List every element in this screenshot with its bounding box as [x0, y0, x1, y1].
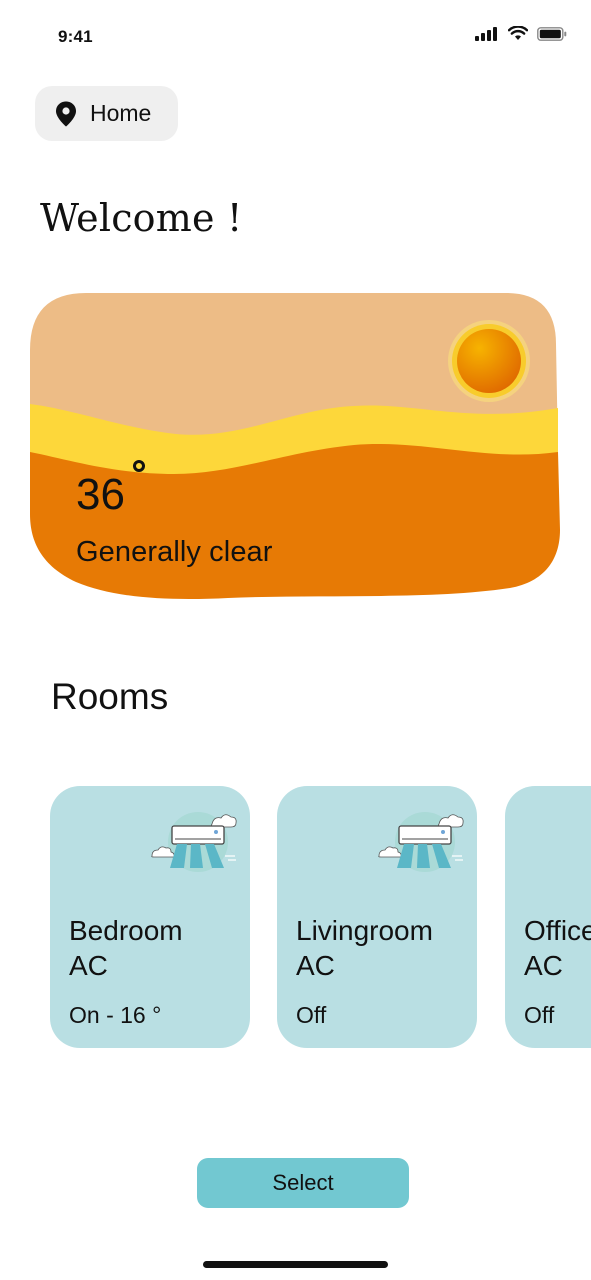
room-name: Bedroom AC	[69, 915, 183, 981]
location-pin-icon	[56, 101, 76, 126]
select-button[interactable]: Select	[197, 1158, 409, 1208]
weather-card: 36 Generally clear	[28, 292, 564, 602]
room-card-office[interactable]: Office AC Off	[505, 786, 591, 1048]
wifi-icon	[508, 26, 528, 40]
sun-icon	[448, 320, 530, 402]
air-conditioner-icon	[378, 812, 464, 872]
room-status: Off	[296, 1002, 327, 1028]
temperature-readout: 36	[76, 460, 145, 520]
room-status: On - 16 °	[69, 1002, 162, 1028]
cellular-signal-icon	[475, 26, 497, 41]
location-label: Home	[90, 100, 152, 126]
home-indicator[interactable]	[203, 1261, 388, 1268]
room-card-bedroom[interactable]: Bedroom AC On - 16 °	[50, 786, 250, 1048]
temperature-value: 36	[76, 470, 125, 519]
battery-icon	[537, 26, 567, 41]
status-time: 9:41	[58, 27, 93, 46]
location-selector[interactable]: Home	[35, 86, 178, 141]
room-status: Off	[524, 1002, 555, 1028]
degree-symbol	[133, 460, 145, 472]
room-card-livingroom[interactable]: Livingroom AC Off	[277, 786, 477, 1048]
rooms-carousel[interactable]: Bedroom AC On - 16 ° Livingroom AC Off O…	[0, 786, 591, 1048]
status-bar: 9:41	[0, 0, 591, 70]
room-name: Livingroom AC	[296, 915, 433, 981]
air-conditioner-icon	[151, 812, 237, 872]
welcome-heading: Welcome !	[40, 196, 243, 240]
rooms-heading: Rooms	[51, 676, 169, 717]
weather-condition: Generally clear	[76, 536, 273, 568]
room-name: Office AC	[524, 915, 591, 981]
status-icons	[475, 26, 567, 41]
